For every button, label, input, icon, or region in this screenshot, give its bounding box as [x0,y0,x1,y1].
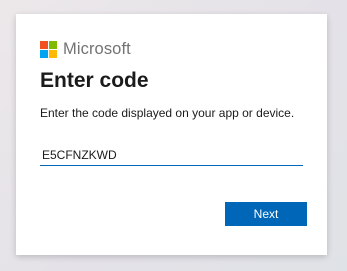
next-button[interactable]: Next [225,202,307,226]
page-description: Enter the code displayed on your app or … [40,106,295,120]
logo-red-square [40,40,48,49]
logo-yellow-square [49,49,57,58]
code-input[interactable] [40,146,303,166]
logo-blue-square [40,49,48,58]
microsoft-logo-icon [40,40,57,58]
page-title: Enter code [40,69,149,92]
microsoft-logo: Microsoft [40,40,131,58]
logo-green-square [49,40,57,49]
sign-in-card: Microsoft Enter code Enter the code disp… [16,14,327,255]
brand-name: Microsoft [63,40,131,58]
